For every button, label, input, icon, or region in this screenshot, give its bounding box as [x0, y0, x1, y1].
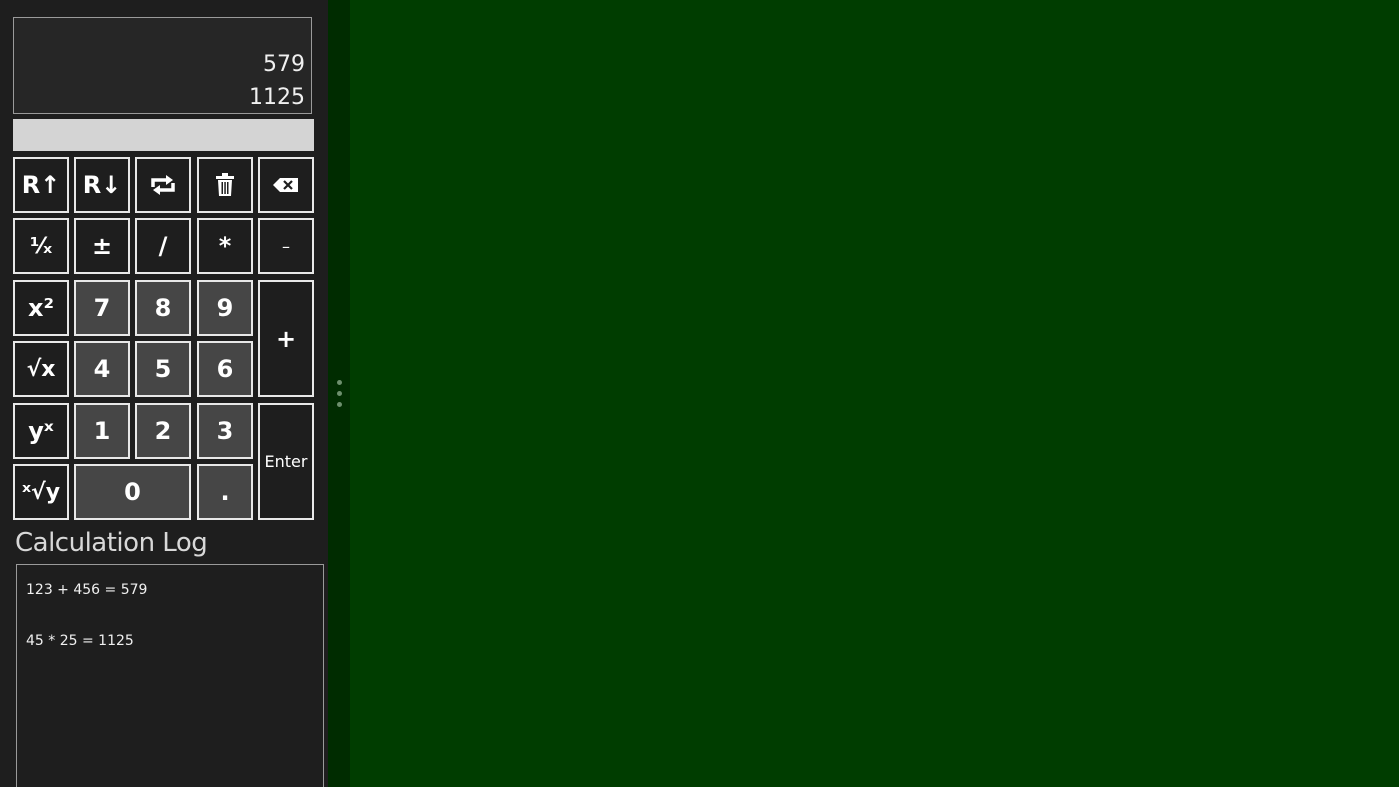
add-label: + — [275, 324, 297, 353]
grip-dot — [337, 380, 342, 385]
digit-2-label: 2 — [154, 417, 172, 445]
multiply-label: * — [218, 232, 232, 260]
digit-5-label: 5 — [154, 355, 172, 383]
clear-button[interactable] — [197, 157, 253, 213]
digit-3-button[interactable]: 3 — [197, 403, 253, 459]
square-button[interactable]: x² — [13, 280, 69, 336]
power-label: yˣ — [28, 417, 54, 445]
sqrt-button[interactable]: √x — [13, 341, 69, 397]
decimal-label: . — [220, 478, 230, 506]
digit-8-label: 8 — [154, 294, 172, 322]
enter-button[interactable]: Enter — [258, 403, 314, 520]
add-button[interactable]: + — [258, 280, 314, 397]
calculation-log[interactable]: 123 + 456 = 579 45 * 25 = 1125 — [16, 564, 324, 787]
snap-splitter[interactable] — [328, 0, 350, 787]
roll-up-label: R↑ — [21, 171, 61, 199]
backspace-button[interactable] — [258, 157, 314, 213]
digit-4-label: 4 — [93, 355, 111, 383]
grip-dot — [337, 402, 342, 407]
negate-label: ± — [91, 232, 113, 260]
reciprocal-label: ¹⁄ₓ — [29, 233, 53, 259]
entry-field[interactable] — [13, 119, 314, 151]
enter-label: Enter — [264, 452, 308, 471]
digit-8-button[interactable]: 8 — [135, 280, 191, 336]
subtract-label: – — [282, 236, 290, 256]
sqrt-label: √x — [26, 356, 56, 382]
digit-0-label: 0 — [124, 478, 141, 506]
digit-0-button[interactable]: 0 — [74, 464, 191, 520]
log-title: Calculation Log — [15, 528, 208, 558]
digit-4-button[interactable]: 4 — [74, 341, 130, 397]
digit-9-label: 9 — [216, 294, 234, 322]
divide-button[interactable]: / — [135, 218, 191, 274]
digit-3-label: 3 — [216, 417, 234, 445]
main-area — [350, 0, 1399, 787]
log-entry: 45 * 25 = 1125 — [26, 633, 134, 649]
swap-icon — [149, 174, 177, 196]
divide-label: / — [158, 232, 168, 260]
stack-line-2: 1125 — [249, 85, 305, 110]
digit-1-button[interactable]: 1 — [74, 403, 130, 459]
power-button[interactable]: yˣ — [13, 403, 69, 459]
backspace-icon — [272, 177, 300, 193]
digit-2-button[interactable]: 2 — [135, 403, 191, 459]
calculator-panel: 579 1125 R↑ R↓ ¹⁄ₓ ± / * – x² 7 8 9 + √x… — [0, 0, 328, 787]
roll-down-button[interactable]: R↓ — [74, 157, 130, 213]
decimal-button[interactable]: . — [197, 464, 253, 520]
subtract-button[interactable]: – — [258, 218, 314, 274]
trash-icon — [215, 173, 235, 197]
root-label: ˣ√y — [21, 479, 61, 505]
roll-up-button[interactable]: R↑ — [13, 157, 69, 213]
digit-5-button[interactable]: 5 — [135, 341, 191, 397]
stack-line-1: 579 — [263, 52, 305, 77]
negate-button[interactable]: ± — [74, 218, 130, 274]
digit-1-label: 1 — [93, 417, 111, 445]
reciprocal-button[interactable]: ¹⁄ₓ — [13, 218, 69, 274]
roll-down-label: R↓ — [82, 171, 122, 199]
square-label: x² — [28, 294, 54, 322]
digit-9-button[interactable]: 9 — [197, 280, 253, 336]
grip-dot — [337, 391, 342, 396]
digit-6-label: 6 — [216, 355, 234, 383]
multiply-button[interactable]: * — [197, 218, 253, 274]
log-entry: 123 + 456 = 579 — [26, 582, 148, 598]
digit-6-button[interactable]: 6 — [197, 341, 253, 397]
swap-button[interactable] — [135, 157, 191, 213]
digit-7-button[interactable]: 7 — [74, 280, 130, 336]
app-window: 579 1125 R↑ R↓ ¹⁄ₓ ± / * – x² 7 8 9 + √x… — [0, 0, 1399, 787]
root-button[interactable]: ˣ√y — [13, 464, 69, 520]
digit-7-label: 7 — [93, 294, 111, 322]
stack-display: 579 1125 — [13, 17, 312, 114]
